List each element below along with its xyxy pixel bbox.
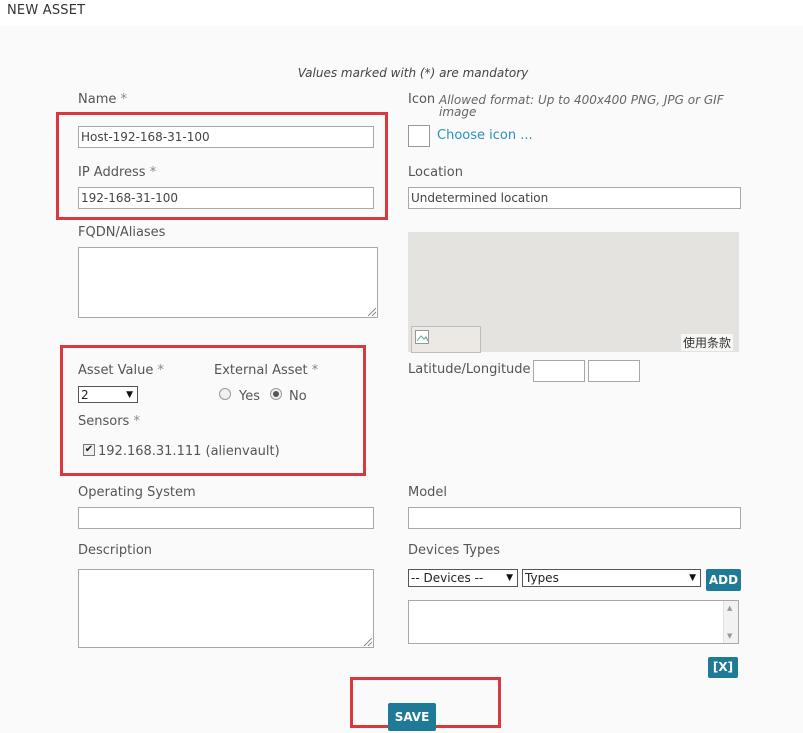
- chevron-down-icon: ▼: [689, 573, 696, 583]
- model-label: Model: [408, 485, 448, 500]
- ip-label: IP Address *: [78, 165, 157, 180]
- fqdn-label: FQDN/Aliases: [78, 225, 166, 240]
- map-area[interactable]: 使用条款: [408, 232, 739, 353]
- save-button[interactable]: SAVE: [388, 703, 436, 731]
- mandatory-note: Values marked with (*) are mandatory: [297, 66, 529, 80]
- external-yes-label: Yes: [239, 389, 260, 404]
- latlng-label: Latitude/Longitude: [408, 362, 531, 377]
- title-bar: [0, 0, 803, 26]
- scroll-down-icon[interactable]: ▼: [727, 632, 732, 640]
- chevron-down-icon: ▼: [126, 390, 133, 400]
- choose-icon-link[interactable]: Choose icon ...: [437, 128, 533, 143]
- asset-value-select[interactable]: 2 ▼: [78, 386, 138, 403]
- fqdn-textarea[interactable]: [78, 247, 378, 318]
- devices-select[interactable]: -- Devices -- ▼: [408, 569, 518, 587]
- model-input[interactable]: [408, 507, 741, 529]
- devices-list[interactable]: ▲ ▼: [408, 600, 739, 644]
- devices-list-scrollbar[interactable]: ▲ ▼: [723, 601, 738, 643]
- external-no-label: No: [289, 389, 307, 404]
- icon-label: Icon: [408, 92, 436, 107]
- sensor-label: 192.168.31.111 (alienvault): [98, 444, 280, 459]
- os-input[interactable]: [78, 507, 374, 529]
- resize-handle-icon[interactable]: [368, 308, 376, 316]
- longitude-input[interactable]: [588, 360, 640, 382]
- external-no-radio[interactable]: [270, 388, 282, 400]
- asset-value-label: Asset Value *: [78, 363, 165, 378]
- chevron-down-icon: ▼: [506, 573, 513, 583]
- description-textarea[interactable]: [78, 569, 374, 648]
- map-broken-image-icon: [411, 326, 481, 353]
- devices-types-label: Devices Types: [408, 543, 500, 558]
- location-label: Location: [408, 165, 463, 180]
- map-terms-link[interactable]: 使用条款: [680, 334, 733, 351]
- icon-preview: [408, 125, 430, 147]
- name-input[interactable]: Host-192-168-31-100: [78, 126, 374, 148]
- location-input[interactable]: Undetermined location: [408, 187, 741, 209]
- add-device-button[interactable]: ADD: [706, 569, 741, 591]
- remove-device-button[interactable]: [X]: [708, 657, 738, 678]
- os-label: Operating System: [78, 485, 196, 500]
- icon-hint: Allowed format: Up to 400x400 PNG, JPG o…: [439, 93, 724, 119]
- sensors-label: Sensors *: [78, 414, 140, 429]
- page-title: NEW ASSET: [7, 3, 86, 18]
- scroll-up-icon[interactable]: ▲: [727, 604, 732, 612]
- latitude-input[interactable]: [533, 360, 585, 382]
- ip-input[interactable]: 192-168-31-100: [78, 187, 374, 209]
- description-label: Description: [78, 543, 153, 558]
- types-select[interactable]: Types ▼: [522, 569, 701, 587]
- external-yes-radio[interactable]: [219, 388, 231, 400]
- name-label: Name *: [78, 92, 127, 107]
- external-asset-label: External Asset *: [214, 363, 319, 378]
- resize-handle-icon[interactable]: [364, 638, 372, 646]
- sensor-checkbox[interactable]: ✔: [83, 444, 95, 456]
